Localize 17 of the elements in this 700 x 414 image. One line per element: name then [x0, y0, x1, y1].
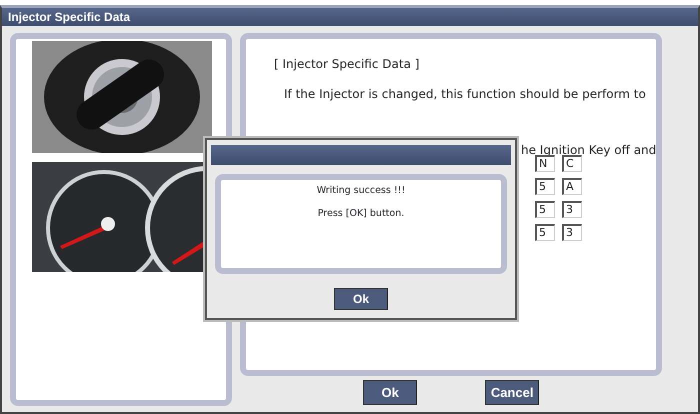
code-field[interactable]: 3 [562, 201, 582, 218]
code-field[interactable]: 3 [562, 224, 582, 241]
section-heading: [ Injector Specific Data ] [274, 56, 420, 73]
ok-button[interactable]: Ok [363, 380, 418, 405]
instruction-text: he Ignition Key off and [521, 143, 656, 157]
ok-button[interactable]: Ok [334, 288, 388, 310]
code-field[interactable]: 5 [535, 201, 555, 218]
cancel-button[interactable]: Cancel [485, 380, 540, 405]
code-field[interactable]: N [535, 155, 555, 172]
message-text: Writing success !!! [316, 184, 406, 198]
code-field[interactable]: 5 [535, 224, 555, 241]
instruction-text: If the Injector is changed, this function should be perform to [284, 87, 646, 101]
code-field[interactable]: A [562, 178, 582, 195]
code-field[interactable]: C [562, 155, 582, 172]
message-text: Press [OK] button. [316, 207, 406, 222]
window-title: Injector Specific Data [2, 8, 698, 26]
code-field[interactable]: 5 [535, 178, 555, 195]
